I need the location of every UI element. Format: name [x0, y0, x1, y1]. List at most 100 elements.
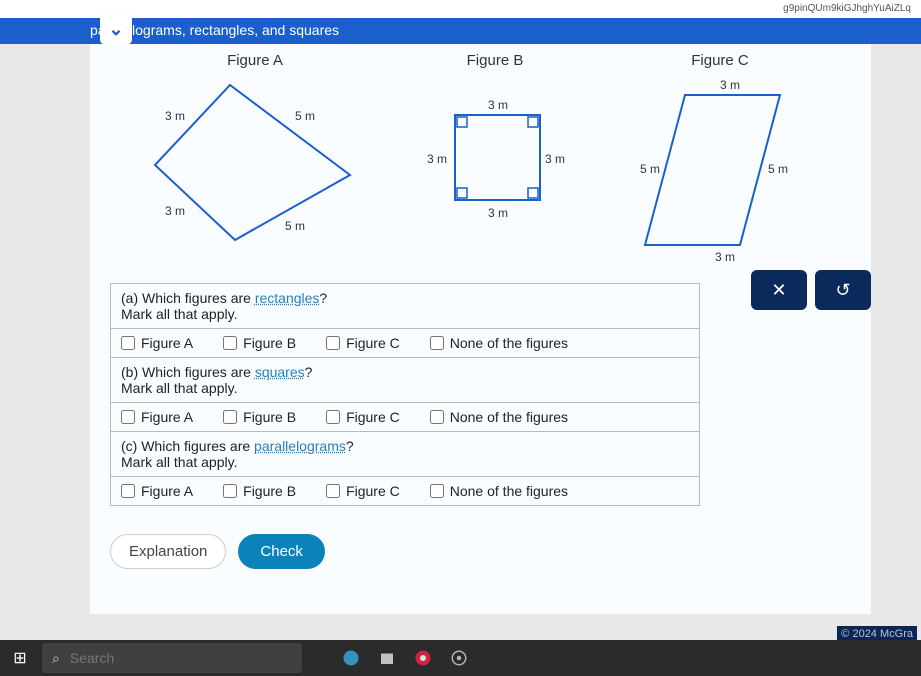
- qa-check-figC[interactable]: [326, 336, 340, 350]
- question-a-instruction: Mark all that apply.: [121, 306, 237, 322]
- browser-url-bar: g9pinQUm9kiGJhghYuAiZLq: [0, 0, 921, 18]
- qb-opt-figB[interactable]: Figure B: [223, 409, 296, 425]
- question-b-options: Figure A Figure B Figure C None of the f…: [111, 403, 699, 432]
- qc-check-none[interactable]: [430, 484, 444, 498]
- store-icon[interactable]: [378, 649, 396, 667]
- qc-label-none: None of the figures: [450, 483, 568, 499]
- question-a-prefix: (a) Which figures are: [121, 290, 255, 306]
- figure-a-title: Figure A: [140, 52, 370, 69]
- qa-opt-figA[interactable]: Figure A: [121, 335, 193, 351]
- figure-a-side-3: 5 m: [285, 219, 305, 233]
- figure-c: Figure C 3 m 5 m 5 m 3 m: [620, 52, 820, 265]
- url-fragment: g9pinQUm9kiGJhghYuAiZLq: [783, 3, 911, 14]
- figure-c-side-3: 3 m: [715, 250, 735, 264]
- figure-b-title: Figure B: [410, 52, 580, 69]
- qc-opt-figB[interactable]: Figure B: [223, 483, 296, 499]
- qa-label-figC: Figure C: [346, 335, 400, 351]
- windows-icon: ⊞: [13, 648, 26, 668]
- question-a: (a) Which figures are rectangles? Mark a…: [111, 284, 699, 329]
- lesson-header: parallelograms, rectangles, and squares: [0, 18, 921, 44]
- question-c-options: Figure A Figure B Figure C None of the f…: [111, 477, 699, 505]
- questions-table: (a) Which figures are rectangles? Mark a…: [110, 283, 700, 506]
- qc-opt-figC[interactable]: Figure C: [326, 483, 400, 499]
- question-c-suffix: ?: [346, 438, 354, 454]
- qb-label-figA: Figure A: [141, 409, 193, 425]
- qb-label-figC: Figure C: [346, 409, 400, 425]
- qb-label-none: None of the figures: [450, 409, 568, 425]
- qb-opt-figC[interactable]: Figure C: [326, 409, 400, 425]
- figure-b-shape: 3 m 3 m 3 m 3 m: [410, 75, 580, 245]
- figure-b-side-0: 3 m: [488, 98, 508, 112]
- reset-icon: ↺: [835, 280, 850, 301]
- start-button[interactable]: ⊞: [0, 640, 40, 676]
- qc-opt-none[interactable]: None of the figures: [430, 483, 568, 499]
- edge-icon[interactable]: [342, 649, 360, 667]
- figure-a: Figure A 3 m 5 m 3 m 5 m: [140, 52, 370, 265]
- search-icon: ⌕: [52, 650, 60, 667]
- question-a-term[interactable]: rectangles: [255, 290, 320, 306]
- question-c: (c) Which figures are parallelograms? Ma…: [111, 432, 699, 477]
- figure-c-side-1: 5 m: [640, 162, 660, 176]
- qc-label-figB: Figure B: [243, 483, 296, 499]
- figure-c-side-0: 3 m: [720, 78, 740, 92]
- qc-check-figA[interactable]: [121, 484, 135, 498]
- settings-icon[interactable]: [450, 649, 468, 667]
- qb-check-figC[interactable]: [326, 410, 340, 424]
- taskbar: ⊞ ⌕: [0, 640, 921, 676]
- taskbar-search[interactable]: ⌕: [42, 643, 302, 673]
- bottom-actions: Explanation Check: [110, 534, 851, 569]
- search-input[interactable]: [70, 650, 292, 666]
- figure-a-side-2: 3 m: [165, 204, 185, 218]
- close-icon: ✕: [771, 280, 786, 301]
- figure-c-side-2: 5 m: [768, 162, 788, 176]
- figure-a-side-1: 5 m: [295, 109, 315, 123]
- qa-label-none: None of the figures: [450, 335, 568, 351]
- qc-label-figC: Figure C: [346, 483, 400, 499]
- reset-button[interactable]: ↺: [815, 270, 871, 310]
- figure-c-shape: 3 m 5 m 5 m 3 m: [620, 75, 820, 265]
- qa-check-none[interactable]: [430, 336, 444, 350]
- qb-opt-figA[interactable]: Figure A: [121, 409, 193, 425]
- taskbar-tray: [342, 649, 468, 667]
- figure-b-side-2: 3 m: [545, 152, 565, 166]
- qa-label-figB: Figure B: [243, 335, 296, 351]
- chrome-icon[interactable]: [414, 649, 432, 667]
- qa-opt-figB[interactable]: Figure B: [223, 335, 296, 351]
- qb-label-figB: Figure B: [243, 409, 296, 425]
- figures-row: Figure A 3 m 5 m 3 m 5 m Figure B 3 m 3 …: [110, 52, 851, 265]
- question-a-options: Figure A Figure B Figure C None of the f…: [111, 329, 699, 358]
- explanation-button[interactable]: Explanation: [110, 534, 226, 569]
- qb-check-figA[interactable]: [121, 410, 135, 424]
- question-c-prefix: (c) Which figures are: [121, 438, 254, 454]
- check-button[interactable]: Check: [238, 534, 325, 569]
- question-c-instruction: Mark all that apply.: [121, 454, 237, 470]
- side-nav-buttons: ✕ ↺: [751, 270, 871, 310]
- chevron-down-icon: ⌄: [108, 19, 123, 40]
- close-button[interactable]: ✕: [751, 270, 807, 310]
- qa-check-figA[interactable]: [121, 336, 135, 350]
- qa-label-figA: Figure A: [141, 335, 193, 351]
- question-content: Figure A 3 m 5 m 3 m 5 m Figure B 3 m 3 …: [90, 44, 871, 614]
- question-b: (b) Which figures are squares? Mark all …: [111, 358, 699, 403]
- figure-b: Figure B 3 m 3 m 3 m 3 m: [410, 52, 580, 265]
- question-b-instruction: Mark all that apply.: [121, 380, 237, 396]
- question-c-term[interactable]: parallelograms: [254, 438, 346, 454]
- figure-c-title: Figure C: [620, 52, 820, 69]
- collapse-button[interactable]: ⌄: [100, 14, 132, 44]
- qc-opt-figA[interactable]: Figure A: [121, 483, 193, 499]
- qa-opt-figC[interactable]: Figure C: [326, 335, 400, 351]
- qa-opt-none[interactable]: None of the figures: [430, 335, 568, 351]
- qa-check-figB[interactable]: [223, 336, 237, 350]
- question-b-prefix: (b) Which figures are: [121, 364, 255, 380]
- question-a-suffix: ?: [319, 290, 327, 306]
- question-b-suffix: ?: [305, 364, 313, 380]
- figure-a-shape: 3 m 5 m 3 m 5 m: [140, 75, 370, 255]
- qb-check-figB[interactable]: [223, 410, 237, 424]
- qc-check-figB[interactable]: [223, 484, 237, 498]
- figure-b-side-1: 3 m: [427, 152, 447, 166]
- qb-check-none[interactable]: [430, 410, 444, 424]
- qc-label-figA: Figure A: [141, 483, 193, 499]
- qb-opt-none[interactable]: None of the figures: [430, 409, 568, 425]
- question-b-term[interactable]: squares: [255, 364, 305, 380]
- qc-check-figC[interactable]: [326, 484, 340, 498]
